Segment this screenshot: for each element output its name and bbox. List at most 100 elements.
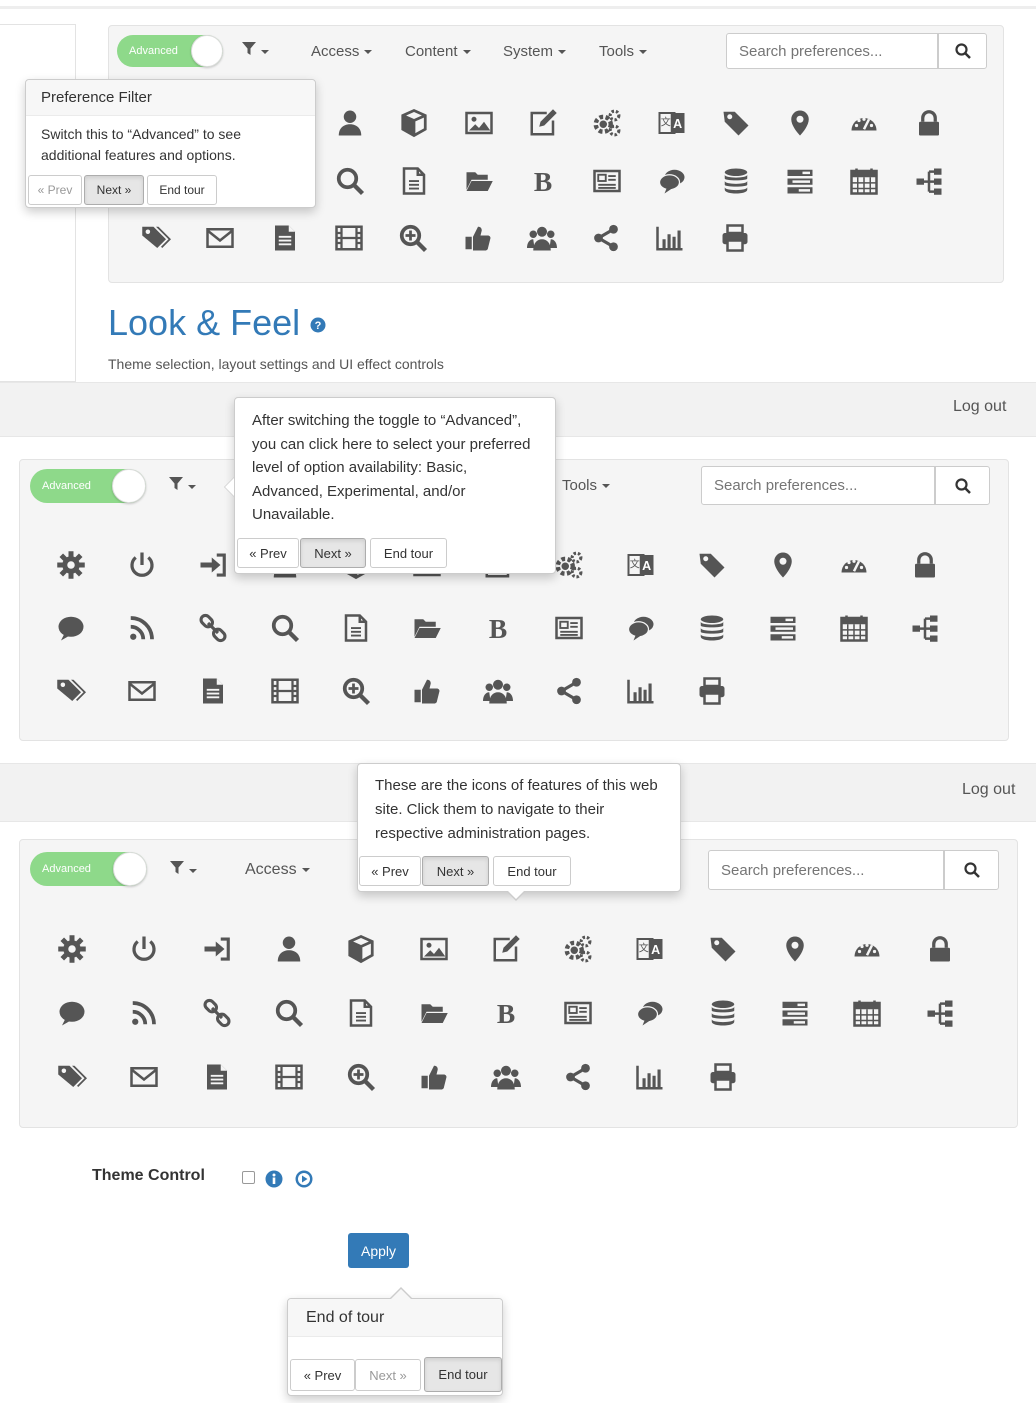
envelope-icon[interactable] <box>203 221 237 255</box>
map-marker-icon[interactable] <box>766 548 800 582</box>
bold-icon[interactable]: B <box>481 611 515 645</box>
apply-button[interactable]: Apply <box>348 1233 409 1268</box>
tag-icon[interactable] <box>706 932 740 966</box>
info-icon[interactable] <box>265 1170 283 1188</box>
newspaper-icon[interactable] <box>552 611 586 645</box>
search-input[interactable] <box>708 850 944 890</box>
film-icon[interactable] <box>272 1060 306 1094</box>
tour-next-button[interactable]: Next » <box>422 856 489 886</box>
dashboard-icon[interactable] <box>847 106 881 140</box>
file-text-icon[interactable] <box>268 221 302 255</box>
file-icon[interactable] <box>339 611 373 645</box>
bar-chart-icon[interactable] <box>653 221 687 255</box>
comments-icon[interactable] <box>655 164 689 198</box>
advanced-toggle[interactable]: Advanced <box>30 852 147 886</box>
folder-open-icon[interactable] <box>417 996 451 1030</box>
envelope-icon[interactable] <box>127 1060 161 1094</box>
user-icon[interactable] <box>272 932 306 966</box>
power-icon[interactable] <box>127 932 161 966</box>
filter-dropdown[interactable] <box>169 477 196 495</box>
zoom-in-icon[interactable] <box>339 674 373 708</box>
nav-content[interactable]: Content <box>405 43 471 60</box>
sitemap-icon[interactable] <box>912 164 946 198</box>
tags-icon[interactable] <box>139 221 173 255</box>
film-icon[interactable] <box>332 221 366 255</box>
filter-dropdown[interactable] <box>170 861 197 879</box>
bold-icon[interactable]: B <box>526 164 560 198</box>
comments-icon[interactable] <box>624 611 658 645</box>
folder-open-icon[interactable] <box>462 164 496 198</box>
nav-tools[interactable]: Tools <box>562 477 611 494</box>
dashboard-icon[interactable] <box>850 932 884 966</box>
logout-link[interactable]: Log out <box>962 781 1015 799</box>
search-icon[interactable] <box>268 611 302 645</box>
database-icon[interactable] <box>706 996 740 1030</box>
sign-in-icon[interactable] <box>196 548 230 582</box>
print-icon[interactable] <box>718 221 752 255</box>
cube-icon[interactable] <box>397 106 431 140</box>
advanced-toggle[interactable]: Advanced <box>117 35 223 67</box>
calendar-icon[interactable] <box>847 164 881 198</box>
tour-prev-button[interactable]: « Prev <box>237 538 299 568</box>
calendar-icon[interactable] <box>837 611 871 645</box>
user-icon[interactable] <box>333 106 367 140</box>
edit-icon[interactable] <box>489 932 523 966</box>
lock-icon[interactable] <box>912 106 946 140</box>
thumbs-up-icon[interactable] <box>410 674 444 708</box>
language-icon[interactable]: A文 <box>633 932 667 966</box>
theme-control-checkbox[interactable] <box>242 1171 255 1184</box>
users-icon[interactable] <box>481 674 515 708</box>
question-icon[interactable]: ? <box>310 317 326 333</box>
file-text-icon[interactable] <box>196 674 230 708</box>
tag-icon[interactable] <box>695 548 729 582</box>
tour-next-button[interactable]: Next » <box>355 1359 421 1391</box>
comments-icon[interactable] <box>633 996 667 1030</box>
language-icon[interactable]: A文 <box>655 106 689 140</box>
calendar-icon[interactable] <box>850 996 884 1030</box>
tasks-icon[interactable] <box>766 611 800 645</box>
tour-end-button[interactable]: End tour <box>370 538 447 568</box>
database-icon[interactable] <box>695 611 729 645</box>
thumbs-up-icon[interactable] <box>461 221 495 255</box>
file-text-icon[interactable] <box>200 1060 234 1094</box>
tags-icon[interactable] <box>55 1060 89 1094</box>
film-icon[interactable] <box>268 674 302 708</box>
newspaper-icon[interactable] <box>590 164 624 198</box>
envelope-icon[interactable] <box>125 674 159 708</box>
image-icon[interactable] <box>462 106 496 140</box>
rss-icon[interactable] <box>125 611 159 645</box>
language-icon[interactable]: A文 <box>624 548 658 582</box>
tour-prev-button[interactable]: « Prev <box>28 175 82 205</box>
tour-end-button[interactable]: End tour <box>493 856 571 886</box>
bar-chart-icon[interactable] <box>633 1060 667 1094</box>
nav-access[interactable]: Access <box>311 43 373 60</box>
image-icon[interactable] <box>417 932 451 966</box>
nav-tools[interactable]: Tools <box>599 43 648 60</box>
share-icon[interactable] <box>589 221 623 255</box>
play-icon[interactable] <box>295 1170 313 1188</box>
gear-icon[interactable] <box>54 548 88 582</box>
zoom-in-icon[interactable] <box>344 1060 378 1094</box>
thumbs-up-icon[interactable] <box>417 1060 451 1094</box>
link-icon[interactable] <box>196 611 230 645</box>
folder-open-icon[interactable] <box>410 611 444 645</box>
search-button[interactable] <box>944 850 999 890</box>
tour-prev-button[interactable]: « Prev <box>290 1359 355 1391</box>
gears-icon[interactable] <box>561 932 595 966</box>
tag-icon[interactable] <box>719 106 753 140</box>
logout-link[interactable]: Log out <box>953 398 1006 416</box>
sitemap-icon[interactable] <box>923 996 957 1030</box>
file-icon[interactable] <box>397 164 431 198</box>
rss-icon[interactable] <box>127 996 161 1030</box>
tour-end-button[interactable]: End tour <box>147 175 217 205</box>
tour-prev-button[interactable]: « Prev <box>359 856 421 886</box>
users-icon[interactable] <box>525 221 559 255</box>
search-input[interactable] <box>701 466 935 505</box>
tags-icon[interactable] <box>54 674 88 708</box>
newspaper-icon[interactable] <box>561 996 595 1030</box>
search-input[interactable] <box>726 33 938 69</box>
sitemap-icon[interactable] <box>908 611 942 645</box>
lock-icon[interactable] <box>923 932 957 966</box>
database-icon[interactable] <box>719 164 753 198</box>
print-icon[interactable] <box>695 674 729 708</box>
